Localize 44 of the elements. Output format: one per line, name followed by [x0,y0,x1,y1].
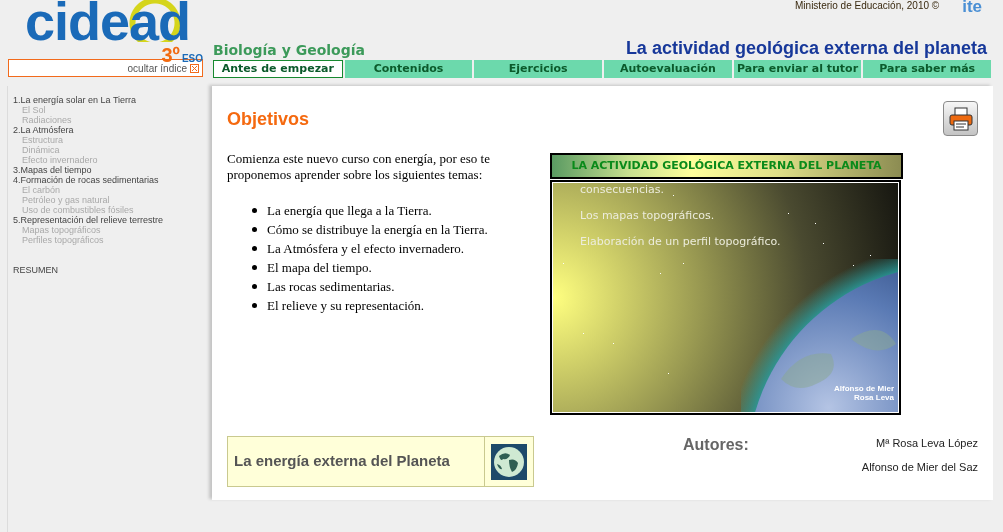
nav-tab[interactable]: Para saber más [863,60,992,78]
presentation-title: LA ACTIVIDAD GEOLÓGICA EXTERNA DEL PLANETA [550,153,903,179]
slide-text: Los mapas topográficos. [580,209,716,223]
topic-item: El mapa del tiempo. [267,259,372,276]
bullet-icon [252,227,257,232]
nav-tab[interactable]: Antes de empezar [213,60,343,78]
nav-tab[interactable]: Contenidos [344,60,473,78]
bullet-icon [252,246,257,251]
page-title: La actividad geológica externa del planeta [625,38,987,59]
summary-link[interactable]: RESUMEN [13,265,212,275]
print-button[interactable] [943,101,978,136]
nav-tab[interactable]: Autoevaluación [604,60,732,78]
topic-item: El relieve y su representación. [267,297,424,314]
bullet-icon [252,208,257,213]
intro-paragraph: Comienza este nuevo curso con energía, por eso te proponemos aprender sobre los siguientes temas: [227,151,491,183]
bullet-icon [252,265,257,270]
section-heading: Objetivos [227,107,310,130]
index-section-link[interactable]: 5.Representación del relieve terrestre [13,215,212,225]
topic-item: Cómo se distribuye la energía en la Tierra. [267,221,488,238]
close-box-icon [190,63,199,73]
index-section-link[interactable]: 3.Mapas del tiempo [13,165,212,175]
slide-text: Elaboración de un perfil topográfico. [580,235,782,249]
index-section-link[interactable]: 2.La Atmósfera [13,125,212,135]
author-name: Mª Rosa Leva López [876,437,978,450]
printer-icon [948,106,973,131]
nav-tab[interactable]: Para enviar al tutor [733,60,862,78]
topic-item: La Atmósfera y el efecto invernadero. [267,240,465,257]
subject-title: Biología y Geología [213,42,365,59]
bullet-icon [252,303,257,308]
author-name: Alfonso de Mier del Saz [861,461,978,474]
unit-link[interactable]: La energía externa del Planeta [227,436,534,487]
slide-credit: Alfonso de Mier [834,384,894,393]
topic-item: Las rocas sedimentarias. [267,278,395,295]
slide-text: consecuencias. [580,183,666,197]
copyright-text: Ministerio de Educación, 2010 © [795,0,940,11]
index-section-link[interactable]: 1.La energía solar en La Tierra [13,95,212,105]
topic-item: La energía que llega a la Tierra. [267,202,432,219]
slide-credit: Rosa Leva [853,393,894,402]
nav-tab[interactable]: Ejercicios [474,60,602,78]
publisher-logo: ite [962,0,982,13]
globe-icon [491,443,527,480]
authors-heading: Autores: [683,436,749,454]
bullet-icon [252,284,257,289]
index-section-link[interactable]: 4.Formación de rocas sedimentarias [13,175,212,185]
